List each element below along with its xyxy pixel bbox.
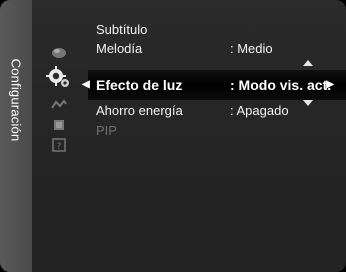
menu-item-value: : Medio (230, 41, 273, 56)
menu-item-value: : Apagado (230, 103, 289, 118)
chevron-right-icon: ▶ (326, 79, 334, 90)
menu-item-label: PIP (96, 123, 117, 138)
menu-panel: Configuración ? Subtítulo Melodía: Medi… (0, 0, 346, 272)
menu-item-efecto-de-luz[interactable]: ◀ Efecto de luz : Modo vis. act. ▶ (82, 70, 346, 100)
section-label: Configuración (8, 58, 24, 142)
menu-item-ahorro-energia[interactable]: Ahorro energía : Apagado (88, 101, 346, 121)
menu-item-value: : Modo vis. act. (230, 77, 332, 93)
menu-item-label: Ahorro energía (96, 103, 183, 118)
svg-text:?: ? (57, 142, 62, 152)
menu-item-label: Efecto de luz (96, 77, 183, 93)
category-icons: ? (32, 0, 88, 272)
settings-icon[interactable] (46, 64, 72, 90)
chevron-left-icon: ◀ (82, 79, 90, 90)
picture-icon[interactable] (50, 46, 68, 60)
support-icon[interactable]: ? (50, 138, 68, 152)
menu-item-label: Melodía (96, 41, 143, 56)
input-icon[interactable] (50, 98, 68, 112)
menu-item-subtitulo[interactable]: Subtítulo (88, 20, 346, 40)
menu-item-pip[interactable]: PIP (88, 121, 346, 141)
scroll-up-icon (303, 60, 313, 66)
menu-item-melodia[interactable]: Melodía : Medio (88, 39, 346, 59)
tv-menu-screen: Configuración ? Subtítulo Melodía: Medi… (0, 0, 346, 272)
application-icon[interactable] (50, 118, 68, 132)
menu-item-label: Subtítulo (96, 22, 148, 37)
section-tab: Configuración (0, 0, 32, 272)
